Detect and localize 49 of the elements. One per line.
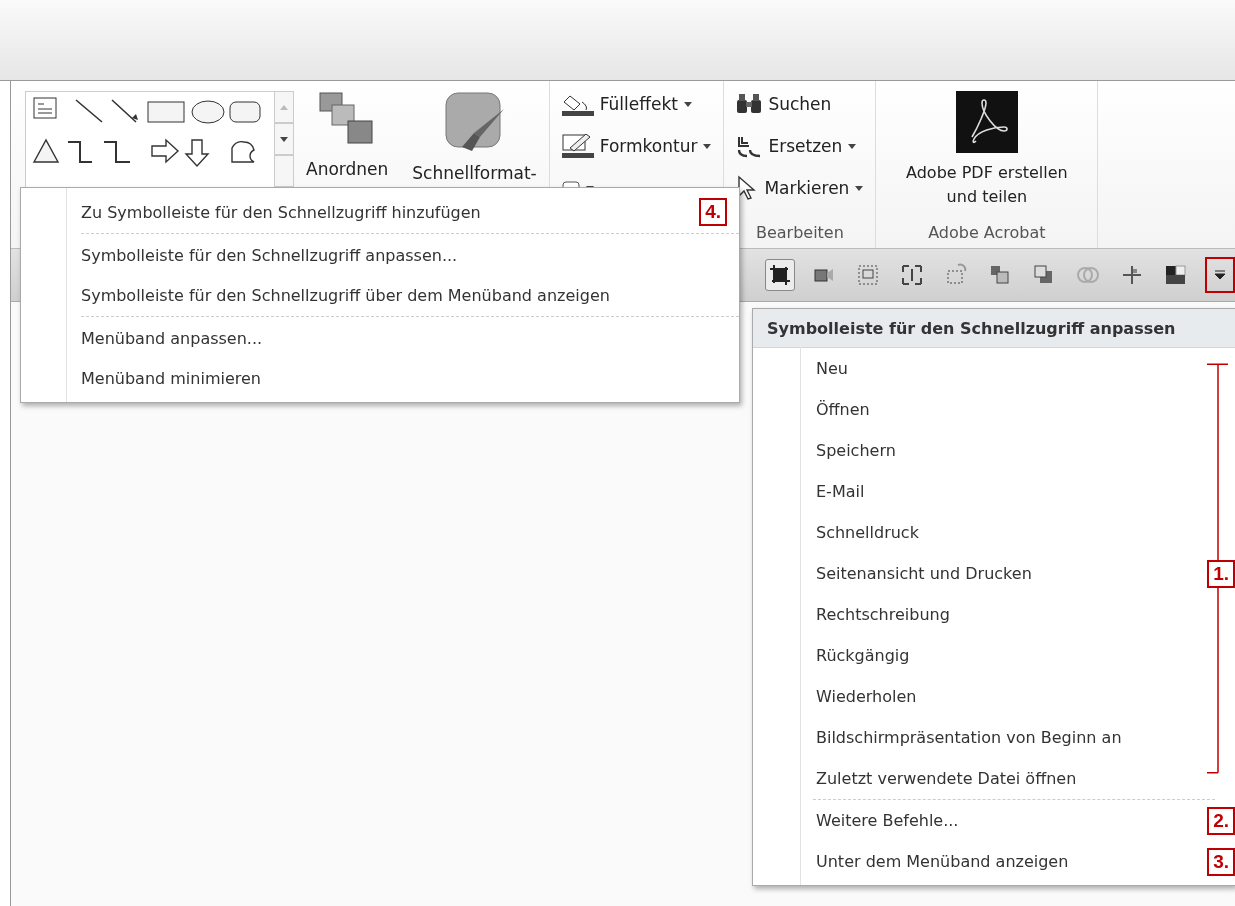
menu-item[interactable]: Zuletzt verwendete Datei öffnen: [816, 769, 1077, 788]
caret-icon: [703, 143, 712, 149]
crop-icon[interactable]: [768, 263, 792, 287]
menu-item[interactable]: Neu: [816, 359, 848, 378]
callout-number: 1.: [1207, 559, 1235, 588]
menu-item[interactable]: Weitere Befehle...: [816, 811, 959, 830]
menu-item[interactable]: Schnelldruck: [816, 523, 919, 542]
menu-item[interactable]: Unter dem Menüband anzeigen: [816, 852, 1069, 871]
ribbon-button[interactable]: Formkontur: [555, 129, 718, 163]
color-squares-icon[interactable]: [1164, 263, 1188, 287]
menu-item[interactable]: Symbolleiste für den Schnellzugriff über dem Menüband anzeigen: [81, 285, 610, 305]
menu-item[interactable]: Speichern: [816, 441, 896, 460]
callout-number: 2.: [1207, 806, 1235, 835]
binoculars-icon: [736, 94, 763, 114]
caret-icon: [855, 185, 864, 191]
menu-item[interactable]: E-Mail: [816, 482, 865, 501]
bring-forward-icon[interactable]: [988, 263, 1012, 287]
pencil-square-icon: [561, 134, 594, 158]
create-pdf-button[interactable]: Adobe PDF erstellen und teilen: [896, 87, 1077, 213]
caret-up-icon: [280, 104, 288, 110]
caret-icon: [683, 101, 692, 107]
ribbon-button[interactable]: Ersetzen: [730, 129, 870, 163]
menu-item[interactable]: Menüband anpassen...: [81, 328, 263, 348]
menu-item[interactable]: Öffnen: [816, 400, 870, 419]
callout-number: 4.: [699, 198, 727, 226]
ribbon-button[interactable]: Suchen: [730, 87, 870, 121]
acrobat-logo-icon: [955, 91, 1018, 153]
group-label: Bearbeiten: [754, 223, 845, 242]
menu-item[interactable]: Bildschirmpräsentation von Beginn an: [816, 728, 1122, 747]
align-cross-icon[interactable]: [1120, 263, 1144, 287]
callout-number: 3.: [1207, 847, 1235, 876]
menu-title: Symbolleiste für den Schnellzugriff anpassen: [753, 309, 1235, 348]
replace-text-icon: [736, 134, 763, 158]
brush-tile-icon: [443, 91, 506, 153]
scroll-down-button[interactable]: [274, 123, 294, 155]
menu-item[interactable]: Rückgängig: [816, 646, 910, 665]
customize-toolbar-icon[interactable]: [1214, 270, 1226, 280]
caret-icon: [280, 136, 288, 142]
ungroup-icon[interactable]: [900, 263, 924, 287]
ribbon-button[interactable]: Fülleffekt: [555, 87, 718, 121]
menu-item[interactable]: Seitenansicht und Drucken: [816, 564, 1032, 583]
menu-item[interactable]: Symbolleiste für den Schnellzugriff anpassen...: [81, 245, 458, 265]
group-label: Adobe Acrobat: [927, 223, 1047, 242]
caret-icon: [848, 143, 857, 149]
menu-item[interactable]: Menüband minimieren: [81, 368, 261, 388]
menu-item[interactable]: Wiederholen: [816, 687, 917, 706]
menu-item[interactable]: Zu Symbolleiste für den Schnellzugriff hinzufügen: [81, 202, 481, 222]
ribbon-button[interactable]: Markieren: [730, 171, 870, 205]
menu-item[interactable]: Rechtschreibung: [816, 605, 950, 624]
